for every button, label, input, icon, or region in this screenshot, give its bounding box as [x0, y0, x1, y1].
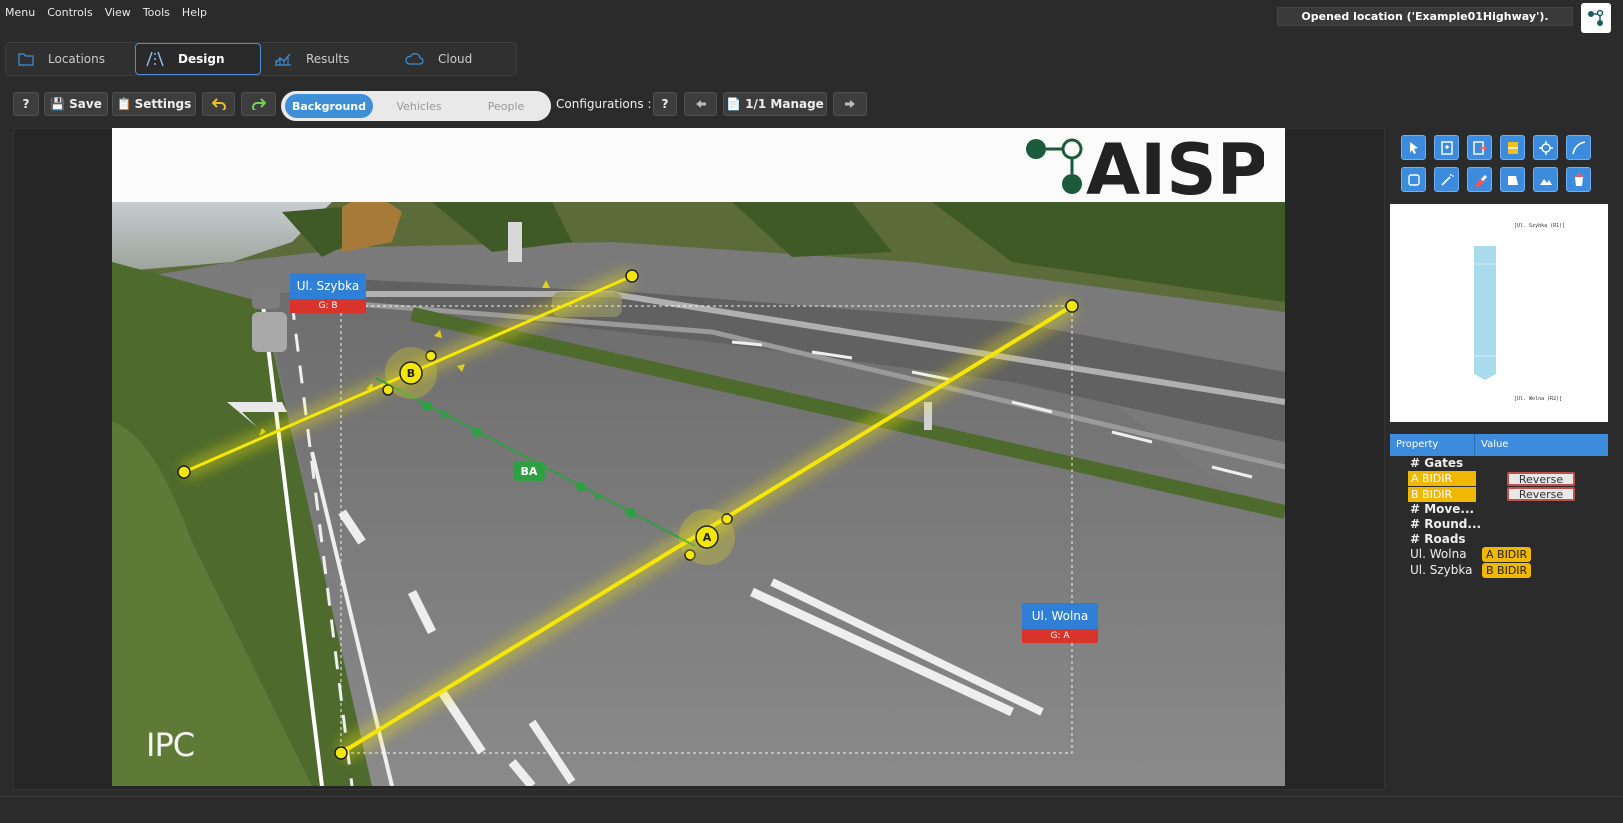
movement-ba-label: BA: [521, 465, 538, 478]
roads-section-title[interactable]: # Roads: [1410, 532, 1466, 546]
arrow-right-icon: [845, 100, 855, 108]
roundabouts-section-title[interactable]: # Round...: [1410, 517, 1481, 531]
export-icon[interactable]: [1467, 135, 1492, 160]
main-tabs: Locations Design Results Cloud: [5, 42, 517, 76]
road-name: Ul. Szybka: [290, 273, 366, 299]
road-value-badge: A BIDIR: [1482, 547, 1532, 562]
curve-icon[interactable]: [1566, 135, 1591, 160]
gate-b-label: B: [407, 367, 415, 380]
minimap[interactable]: [Ul. Szybka (R1)] [Ul. Wolna (R2)]: [1390, 204, 1608, 422]
menu-tools[interactable]: Tools: [138, 6, 177, 19]
paint-icon[interactable]: [1467, 167, 1492, 192]
tab-label: Results: [306, 52, 350, 66]
select-tool-icon[interactable]: [1401, 135, 1426, 160]
road-name: Ul. Wolna: [1022, 603, 1098, 629]
tab-results[interactable]: Results: [274, 43, 394, 75]
manage-label: 1/1 Manage: [745, 97, 824, 111]
save-icon: 💾: [50, 97, 66, 111]
next-config-button[interactable]: [833, 92, 867, 116]
menu-help[interactable]: Help: [177, 6, 214, 19]
redo-icon: [251, 98, 266, 110]
gate-a-label: A: [703, 531, 712, 544]
menu-controls[interactable]: Controls: [42, 6, 100, 19]
menu-menu[interactable]: Menu: [0, 6, 42, 19]
road-gate: G: B: [290, 299, 366, 313]
save-label: Save: [69, 97, 102, 111]
gate-b-row[interactable]: B BIDIR: [1408, 487, 1476, 502]
road-row-wolna[interactable]: Ul. Wolna: [1410, 547, 1467, 561]
reverse-gate-a-button[interactable]: Reverse: [1507, 472, 1575, 486]
road-value-badge: B BIDIR: [1482, 563, 1532, 578]
help-button[interactable]: ?: [13, 92, 39, 116]
status-bar: [0, 796, 1623, 823]
gate-a-row[interactable]: A BIDIR: [1408, 471, 1476, 486]
chart-icon: [275, 53, 291, 66]
settings-button[interactable]: 📋 Settings: [112, 92, 196, 116]
road-row-szybka[interactable]: Ul. Szybka: [1410, 563, 1472, 577]
segment-people[interactable]: People: [464, 94, 548, 118]
property-table-header: Property Value: [1390, 434, 1608, 456]
configurations-label: Configurations :: [556, 97, 652, 111]
undo-button[interactable]: [202, 92, 235, 116]
minimap-bottom-label: [Ul. Wolna (R2)]: [1514, 396, 1563, 402]
settings-icon: 📋: [116, 97, 132, 111]
prev-config-button[interactable]: [684, 92, 717, 116]
design-canvas[interactable]: AISP BA B A Ul. Szybka G: B Ul. Wolna G:…: [112, 128, 1285, 786]
road-icon: [146, 51, 164, 67]
minimap-top-label: [Ul. Szybka (R1)]: [1514, 223, 1566, 229]
undo-icon: [211, 98, 226, 110]
roundabout-icon[interactable]: [1533, 135, 1558, 160]
save-button[interactable]: 💾 Save: [44, 92, 108, 116]
header-property: Property: [1390, 434, 1475, 456]
layer-segmented-control: Background Vehicles People: [281, 91, 551, 121]
arrow-left-icon: [695, 100, 706, 108]
config-help-button[interactable]: ?: [653, 92, 677, 116]
camera-watermark: IPC: [146, 726, 195, 764]
property-table: Property Value: [1390, 434, 1608, 456]
segment-background[interactable]: Background: [285, 94, 373, 118]
tab-locations[interactable]: Locations: [18, 43, 138, 75]
menu-view[interactable]: View: [100, 6, 138, 19]
tab-label: Design: [178, 52, 225, 66]
movements-section-title[interactable]: # Move...: [1410, 502, 1474, 516]
status-message: Opened location ('Example01Highway').: [1277, 7, 1573, 26]
header-value: Value: [1481, 439, 1509, 450]
segment-vehicles[interactable]: Vehicles: [376, 94, 462, 118]
split-icon[interactable]: [1500, 135, 1525, 160]
tab-label: Locations: [48, 52, 106, 66]
manage-configurations-button[interactable]: 📄 1/1 Manage: [723, 92, 827, 116]
gates-section-title[interactable]: # Gates: [1410, 456, 1463, 470]
road-label-szybka[interactable]: Ul. Szybka G: B: [290, 273, 366, 313]
document-icon: 📄: [726, 97, 742, 111]
magic-wand-icon[interactable]: [1434, 167, 1459, 192]
app-logo-icon[interactable]: [1581, 3, 1611, 33]
road-gate: G: A: [1022, 629, 1098, 643]
settings-label: Settings: [134, 97, 192, 111]
minimap-road-shape: [1474, 246, 1496, 380]
tab-design[interactable]: Design: [135, 43, 261, 75]
add-road-icon[interactable]: [1434, 135, 1459, 160]
cloud-icon: [405, 52, 424, 65]
road-label-wolna[interactable]: Ul. Wolna G: A: [1022, 603, 1098, 643]
terrain-icon[interactable]: [1533, 167, 1558, 192]
redo-button[interactable]: [241, 92, 276, 116]
reverse-gate-b-button[interactable]: Reverse: [1507, 487, 1575, 501]
tab-cloud[interactable]: Cloud: [404, 43, 504, 75]
gate-overlay: BA B A: [177, 267, 1079, 763]
folder-icon: [18, 53, 34, 66]
delete-icon[interactable]: [1566, 167, 1591, 192]
design-toolbar: ? 💾 Save 📋 Settings Background Vehicles Pe…: [0, 91, 1623, 121]
frame-icon[interactable]: [1401, 167, 1426, 192]
tab-label: Cloud: [438, 52, 473, 66]
polygon-icon[interactable]: [1500, 167, 1525, 192]
